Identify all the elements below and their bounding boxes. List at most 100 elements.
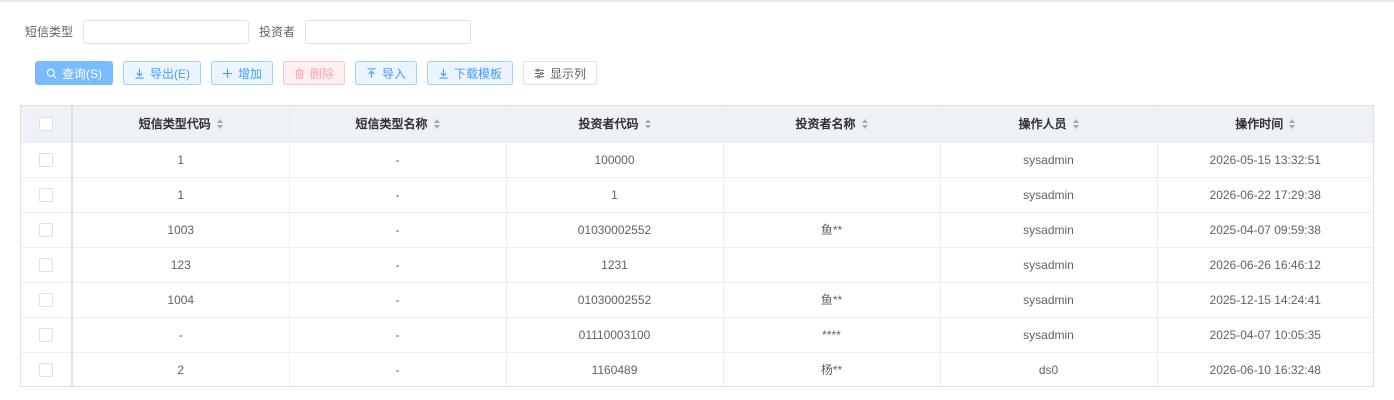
column-header-label: 操作时间 (1235, 117, 1284, 132)
cell-operator: sysadmin (940, 212, 1158, 248)
cell-sms-type-name: - (289, 142, 507, 178)
select-all-checkbox[interactable] (39, 117, 53, 132)
row-select-cell[interactable] (21, 282, 73, 318)
cell-sms-type-code: 1003 (72, 212, 290, 248)
download-template-button-label: 下载模板 (453, 66, 502, 81)
cell-investor-name: 杨** (723, 352, 941, 386)
row-select-cell[interactable] (21, 177, 73, 213)
cell-operation-time: 2026-06-10 16:32:48 (1209, 362, 1321, 377)
row-checkbox[interactable] (39, 292, 53, 307)
row-select-cell[interactable] (21, 317, 73, 353)
cell-investor-name: 鱼** (723, 282, 941, 318)
investor-label: 投资者 (259, 25, 296, 39)
column-header-label: 操作人员 (1018, 117, 1067, 132)
cell-sms-type-code: 1 (72, 177, 290, 213)
row-checkbox[interactable] (39, 222, 53, 237)
delete-button[interactable]: 删除 (283, 61, 345, 85)
cell-operator: sysadmin (940, 317, 1158, 353)
cell-operation-time: 2026-06-22 17:29:38 (1157, 177, 1373, 213)
upload-icon (367, 67, 376, 78)
sort-icon[interactable] (433, 118, 440, 129)
table-row[interactable]: 1003 - 01030002552 鱼** sysadmin 2025-04-… (21, 212, 1373, 248)
plus-icon (222, 68, 233, 78)
cell-operator: sysadmin (940, 282, 1158, 318)
table-row[interactable]: 1 - 1 sysadmin 2026-06-22 17:29:38 (21, 177, 1373, 213)
sort-icon[interactable] (861, 118, 868, 129)
cell-sms-type-name: - (289, 177, 507, 213)
column-header-operation-time[interactable]: 操作时间 (1157, 106, 1373, 143)
row-checkbox[interactable] (39, 152, 53, 167)
column-header-label: 短信类型代码 (138, 117, 211, 132)
table-row[interactable]: 1 - 100000 sysadmin 2026-05-15 13:32:51 (21, 142, 1373, 178)
column-header-sms-type-code[interactable]: 短信类型代码 (72, 106, 290, 143)
sms-type-label: 短信类型 (25, 25, 74, 39)
add-button-label: 增加 (237, 66, 262, 81)
cell-sms-type-name: - (289, 352, 507, 386)
delete-button-label: 删除 (309, 66, 334, 81)
cell-investor-name (723, 142, 941, 178)
query-button-label: 查询(S) (62, 66, 102, 81)
sort-icon[interactable] (216, 118, 223, 129)
cell-operator: sysadmin (940, 177, 1158, 213)
query-button[interactable]: 查询(S) (35, 61, 113, 85)
top-divider (0, 0, 1394, 2)
download-template-button[interactable]: 下载模板 (427, 61, 513, 85)
sms-type-input[interactable] (83, 20, 250, 44)
investor-input[interactable] (305, 20, 472, 44)
trash-icon (295, 68, 304, 79)
show-columns-button-label: 显示列 (549, 66, 586, 81)
export-button[interactable]: 导出(E) (123, 61, 201, 85)
row-select-cell[interactable] (21, 352, 73, 386)
data-table: 短信类型代码 短信类型名称 投资者代码 投资者名称 操作人员 操作时间 1 - … (20, 105, 1374, 387)
row-checkbox[interactable] (39, 363, 53, 378)
cell-sms-type-code: 1 (72, 142, 290, 178)
column-header-operator[interactable]: 操作人员 (940, 106, 1158, 143)
table-row[interactable]: 2 - 1160489 杨** ds0 2026-06-10 16:32:48 (21, 352, 1373, 386)
columns-icon (534, 68, 545, 78)
cell-operation-time: 2026-05-15 13:32:51 (1157, 142, 1373, 178)
cell-operation-time: 2025-12-15 14:24:41 (1157, 282, 1373, 318)
row-checkbox[interactable] (39, 327, 53, 342)
cell-operation-time: 2025-04-07 09:59:38 (1157, 212, 1373, 248)
download-icon (439, 68, 448, 79)
cell-operator: sysadmin (940, 142, 1158, 178)
import-button-label: 导入 (381, 66, 406, 81)
cell-sms-type-code: 2 (72, 352, 290, 386)
row-checkbox[interactable] (39, 187, 53, 202)
cell-sms-type-code: 123 (72, 247, 290, 283)
sort-icon[interactable] (644, 118, 651, 129)
add-button[interactable]: 增加 (211, 61, 273, 85)
cell-sms-type-name: - (289, 317, 507, 353)
cell-investor-code: 100000 (506, 142, 724, 178)
row-checkbox[interactable] (39, 257, 53, 272)
column-header-sms-type-name[interactable]: 短信类型名称 (289, 106, 507, 143)
import-button[interactable]: 导入 (355, 61, 417, 85)
row-select-cell[interactable] (21, 212, 73, 248)
cell-investor-code: 1231 (506, 247, 724, 283)
search-icon (46, 68, 57, 78)
column-header-investor-code[interactable]: 投资者代码 (506, 106, 724, 143)
table-header-row: 短信类型代码 短信类型名称 投资者代码 投资者名称 操作人员 操作时间 (21, 106, 1373, 143)
table-row[interactable]: 123 - 1231 sysadmin 2026-06-26 16:46:12 (21, 247, 1373, 283)
cell-investor-code: 01030002552 (506, 282, 724, 318)
cell-operator: ds0 (940, 352, 1158, 386)
cell-operator: sysadmin (940, 247, 1158, 283)
sort-icon[interactable] (1289, 118, 1296, 129)
table-row[interactable]: - - 01110003100 **** sysadmin 2025-04-07… (21, 317, 1373, 353)
cell-sms-type-name: - (289, 282, 507, 318)
cell-operation-time: 2026-06-26 16:46:12 (1157, 247, 1373, 283)
table-row[interactable]: 1004 - 01030002552 鱼** sysadmin 2025-12-… (21, 282, 1373, 318)
sort-icon[interactable] (1072, 118, 1079, 129)
export-button-label: 导出(E) (150, 66, 190, 81)
column-header-investor-name[interactable]: 投资者名称 (723, 106, 941, 143)
cell-investor-name: 鱼** (723, 212, 941, 248)
toolbar: 查询(S) 导出(E) 增加 删除 导入 下载模板 显示列 (35, 61, 607, 85)
row-select-cell[interactable] (21, 247, 73, 283)
cell-investor-name (723, 247, 941, 283)
cell-sms-type-code: 1004 (72, 282, 290, 318)
cell-operation-time: 2025-04-07 10:05:35 (1157, 317, 1373, 353)
row-select-cell[interactable] (21, 142, 73, 178)
download-icon (135, 68, 144, 79)
header-select-all[interactable] (21, 106, 73, 143)
show-columns-button[interactable]: 显示列 (523, 61, 597, 85)
